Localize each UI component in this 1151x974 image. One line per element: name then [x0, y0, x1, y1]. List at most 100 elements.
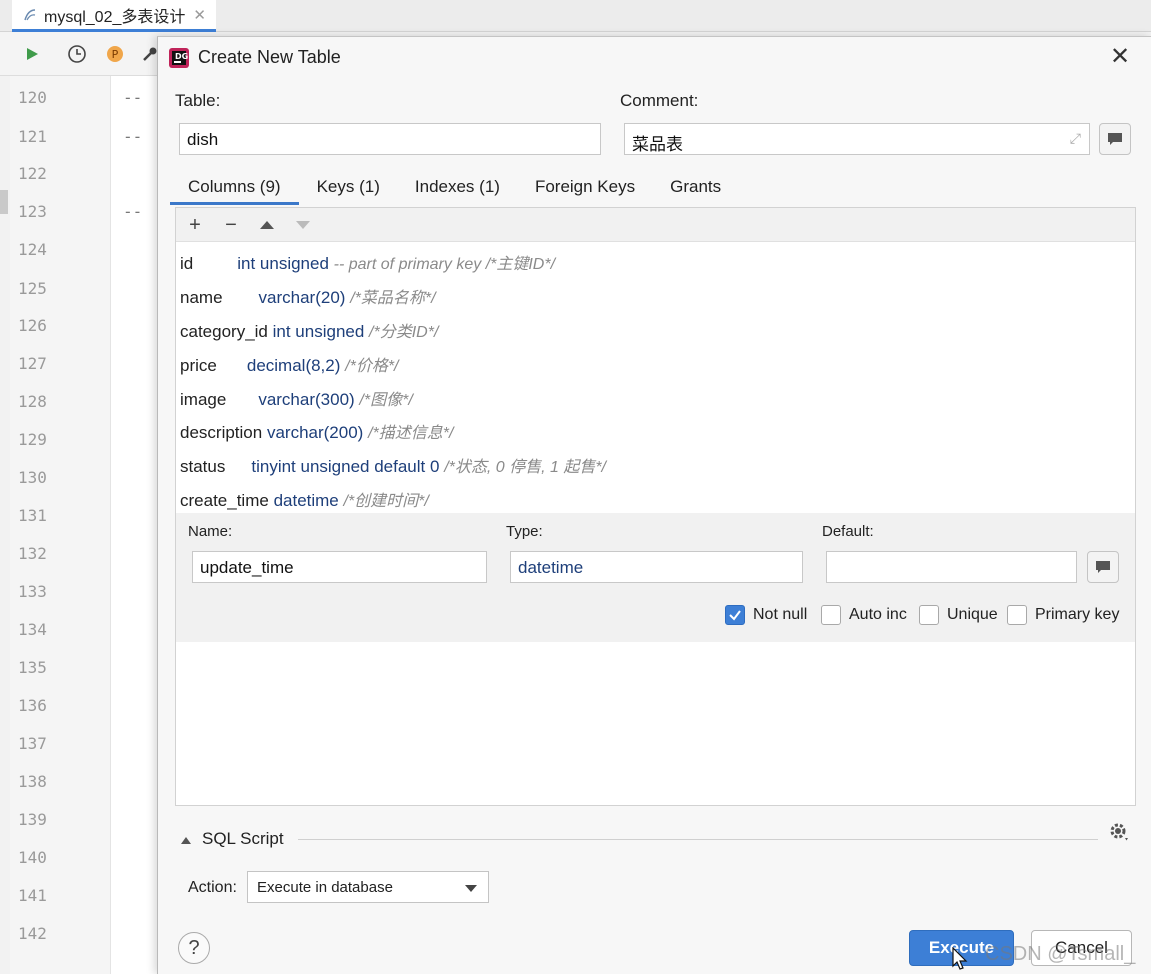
- line-number: 130: [18, 468, 47, 487]
- editor-tab-label: mysql_02_多表设计: [44, 8, 186, 26]
- column-type: varchar(300): [258, 390, 355, 409]
- unique-label: Unique: [947, 606, 998, 623]
- table-label: Table:: [175, 91, 221, 110]
- scroll-marker: [0, 190, 8, 214]
- column-type: datetime: [273, 491, 339, 510]
- line-number: 140: [18, 848, 47, 867]
- svg-text:DG: DG: [175, 52, 188, 61]
- table-name-input[interactable]: dish: [179, 123, 601, 155]
- move-down-icon[interactable]: [292, 214, 314, 236]
- comment-edit-button[interactable]: [1099, 123, 1131, 155]
- column-comment: /*价格*/: [345, 358, 399, 375]
- column-comment: /*状态, 0 停售, 1 起售*/: [444, 459, 607, 476]
- default-label: Default:: [822, 523, 874, 540]
- column-row[interactable]: description varchar(200) /*描述信息*/: [180, 419, 453, 443]
- chevron-down-icon: [465, 885, 477, 892]
- action-label: Action:: [188, 879, 237, 896]
- line-number: 137: [18, 734, 47, 753]
- default-comment-button[interactable]: [1087, 551, 1119, 583]
- column-type: varchar(200): [266, 423, 364, 442]
- column-editor: Name: Type: Default: update_time datetim…: [176, 513, 1135, 642]
- column-row[interactable]: price decimal(8,2) /*价格*/: [180, 352, 399, 376]
- column-type-input[interactable]: datetime: [510, 551, 803, 583]
- collapse-arrow-icon: [181, 837, 191, 844]
- not-null-checkbox[interactable]: [725, 605, 745, 625]
- sql-script-section[interactable]: SQL Script: [178, 823, 1138, 853]
- history-icon[interactable]: [67, 44, 87, 64]
- close-icon[interactable]: ✕: [1108, 45, 1132, 69]
- section-divider: [298, 839, 1098, 840]
- editor-toolbar: P: [0, 32, 160, 76]
- column-name: name: [180, 288, 223, 307]
- tab-foreign-keys[interactable]: Foreign Keys: [535, 173, 635, 205]
- auto-inc-label: Auto inc: [849, 606, 907, 623]
- column-type: int unsigned: [237, 254, 329, 273]
- watermark: CSDN @Tsmall_: [985, 943, 1136, 965]
- move-up-icon[interactable]: [256, 214, 278, 236]
- auto-inc-checkbox[interactable]: [821, 605, 841, 625]
- code-editor[interactable]: -- -- --: [110, 76, 160, 974]
- line-number: 129: [18, 430, 47, 449]
- column-name: category_id: [180, 322, 268, 341]
- line-number: 135: [18, 658, 47, 677]
- line-number: 134: [18, 620, 47, 639]
- code-comment: --: [123, 127, 143, 146]
- column-default-input[interactable]: [826, 551, 1077, 583]
- column-name: create_time: [180, 491, 269, 510]
- column-row[interactable]: category_id int unsigned /*分类ID*/: [180, 318, 438, 342]
- line-number: 128: [18, 392, 47, 411]
- profile-icon[interactable]: P: [105, 44, 125, 64]
- sql-file-icon: [22, 7, 38, 23]
- gear-icon[interactable]: [1108, 821, 1130, 848]
- remove-icon[interactable]: −: [220, 214, 242, 236]
- columns-panel: + − id int unsigned -- part of primary ke…: [175, 207, 1136, 806]
- column-comment: /*图像*/: [359, 392, 413, 409]
- comment-input[interactable]: 菜品表 ⤢: [624, 123, 1090, 155]
- column-comment: /*分类ID*/: [369, 324, 439, 341]
- line-number-gutter: 120 121 122 123 124 125 126 127 128 129 …: [10, 76, 110, 974]
- line-number: 125: [18, 279, 47, 298]
- unique-checkbox[interactable]: [919, 605, 939, 625]
- editor-tab-mysql[interactable]: mysql_02_多表设计 ✕: [12, 0, 216, 32]
- line-number: 132: [18, 544, 47, 563]
- column-row[interactable]: name varchar(20) /*菜品名称*/: [180, 284, 436, 308]
- column-row[interactable]: create_time datetime /*创建时间*/: [180, 487, 429, 511]
- tab-columns[interactable]: Columns (9): [170, 173, 299, 205]
- line-number: 126: [18, 316, 47, 335]
- line-number: 124: [18, 240, 47, 259]
- column-comment: -- part of primary key /*主键ID*/: [333, 256, 556, 273]
- line-number: 138: [18, 772, 47, 791]
- column-row[interactable]: status tinyint unsigned default 0 /*状态, 0…: [180, 453, 606, 477]
- datagrip-logo-icon: DG: [168, 47, 190, 69]
- tab-grants[interactable]: Grants: [670, 173, 721, 205]
- expand-icon[interactable]: ⤢: [1070, 130, 1081, 147]
- column-comment: /*创建时间*/: [343, 493, 429, 510]
- name-label: Name:: [188, 523, 233, 540]
- column-comment: /*菜品名称*/: [350, 290, 436, 307]
- close-tab-icon[interactable]: ✕: [193, 6, 206, 24]
- line-number: 133: [18, 582, 47, 601]
- tab-keys[interactable]: Keys (1): [317, 173, 380, 205]
- run-icon[interactable]: [22, 44, 42, 64]
- column-name: image: [180, 390, 227, 409]
- dialog-title: Create New Table: [198, 47, 341, 67]
- code-comment: --: [123, 202, 143, 221]
- line-number: 136: [18, 696, 47, 715]
- svg-text:P: P: [112, 48, 119, 61]
- help-button[interactable]: ?: [178, 932, 210, 964]
- type-label: Type:: [506, 523, 543, 540]
- action-dropdown[interactable]: Execute in database: [247, 871, 489, 903]
- column-type: tinyint unsigned default 0: [251, 457, 440, 476]
- column-name-input[interactable]: update_time: [192, 551, 487, 583]
- line-number: 131: [18, 506, 47, 525]
- column-type: int unsigned: [272, 322, 365, 341]
- action-dropdown-value: Execute in database: [257, 879, 393, 896]
- column-row[interactable]: id int unsigned -- part of primary key /*…: [180, 250, 555, 274]
- column-row[interactable]: image varchar(300) /*图像*/: [180, 386, 413, 410]
- tab-indexes[interactable]: Indexes (1): [415, 173, 500, 205]
- column-name: id: [180, 254, 194, 273]
- add-icon[interactable]: +: [184, 214, 206, 236]
- editor-tab-bar: mysql_02_多表设计 ✕: [0, 0, 1151, 32]
- comment-input-value: 菜品表: [632, 135, 683, 154]
- primary-key-checkbox[interactable]: [1007, 605, 1027, 625]
